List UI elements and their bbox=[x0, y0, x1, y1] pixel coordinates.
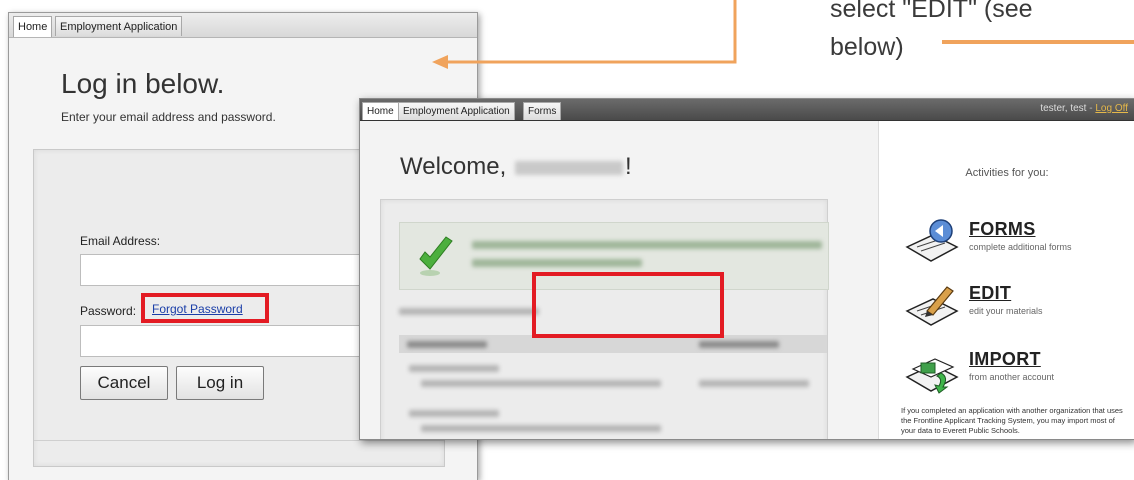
panel-divider bbox=[34, 440, 444, 441]
import-note: If you completed an application with ano… bbox=[901, 406, 1123, 435]
welcome-suffix: ! bbox=[624, 153, 632, 180]
redacted-name bbox=[514, 160, 623, 175]
password-field[interactable] bbox=[80, 325, 380, 357]
welcome-heading: Welcome, ! bbox=[400, 153, 632, 181]
user-info: tester, test - Log Off bbox=[1040, 103, 1128, 114]
import-icon bbox=[905, 358, 959, 394]
redacted-header bbox=[699, 341, 779, 348]
tab-home[interactable]: Home bbox=[362, 102, 399, 120]
activity-edit[interactable]: EDIT edit your materials bbox=[901, 281, 1131, 337]
activity-desc: complete additional forms bbox=[969, 242, 1072, 252]
email-field[interactable] bbox=[80, 254, 380, 286]
sidebar-heading: Activities for you: bbox=[965, 167, 1049, 179]
logoff-link[interactable]: Log Off bbox=[1095, 103, 1128, 114]
annotation-arrow-to-login bbox=[446, 0, 737, 64]
instruction-line-1: select "EDIT" (see bbox=[830, 0, 1033, 23]
user-name: tester, test bbox=[1040, 103, 1087, 114]
app-tab-bar: Home Employment Application Forms tester… bbox=[360, 99, 1134, 121]
redacted-row bbox=[409, 365, 499, 372]
activity-desc: edit your materials bbox=[969, 306, 1043, 316]
redacted-row bbox=[421, 380, 661, 387]
redacted-row bbox=[421, 425, 661, 432]
activity-desc: from another account bbox=[969, 372, 1055, 382]
activities-sidebar: Activities for you: FORMS complete addit… bbox=[878, 121, 1134, 439]
activity-title[interactable]: IMPORT bbox=[969, 349, 1041, 370]
tab-home[interactable]: Home bbox=[13, 16, 53, 37]
redacted-row bbox=[699, 380, 809, 387]
activity-import[interactable]: IMPORT from another account bbox=[901, 347, 1131, 403]
tab-employment-application[interactable]: Employment Application bbox=[398, 102, 515, 120]
login-tab-bar: Home Employment Application bbox=[9, 13, 477, 38]
cancel-button[interactable]: Cancel bbox=[80, 366, 168, 400]
forgot-password-link[interactable]: Forgot Password bbox=[152, 302, 243, 316]
tab-employment-application[interactable]: Employment Application bbox=[55, 16, 183, 36]
password-label: Password: bbox=[80, 304, 137, 318]
tab-forms[interactable]: Forms bbox=[523, 102, 562, 120]
redacted-text bbox=[399, 308, 539, 315]
redacted-status-line bbox=[472, 241, 822, 249]
login-subheading: Enter your email address and password. bbox=[61, 110, 276, 124]
forms-icon bbox=[905, 219, 959, 262]
login-heading: Log in below. bbox=[61, 68, 225, 99]
instruction-text: select "EDIT" (see below) bbox=[830, 0, 1033, 66]
app-window: Home Employment Application Forms tester… bbox=[359, 98, 1134, 440]
redacted-row bbox=[409, 410, 499, 417]
instruction-line-2: below) bbox=[830, 33, 904, 61]
redacted-header bbox=[407, 341, 487, 348]
edit-icon bbox=[905, 286, 959, 326]
login-button[interactable]: Log in bbox=[176, 366, 264, 400]
activity-title[interactable]: EDIT bbox=[969, 283, 1011, 304]
activity-title[interactable]: FORMS bbox=[969, 219, 1036, 240]
user-separator: - bbox=[1089, 103, 1093, 114]
edit-highlight bbox=[532, 272, 724, 338]
email-label: Email Address: bbox=[80, 234, 161, 248]
checkmark-icon bbox=[419, 236, 453, 276]
redacted-status-line bbox=[472, 259, 642, 267]
activity-forms[interactable]: FORMS complete additional forms bbox=[901, 217, 1131, 273]
welcome-prefix: Welcome, bbox=[400, 153, 507, 180]
